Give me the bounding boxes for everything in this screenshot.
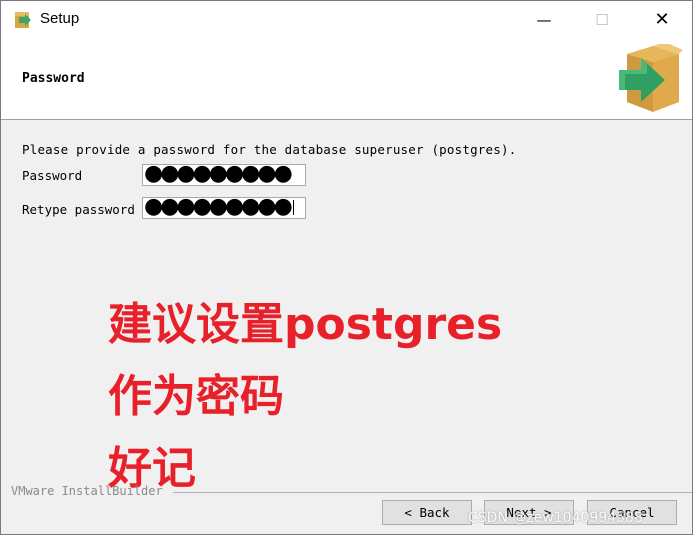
page-header: Password <box>1 39 692 120</box>
retype-password-mask: ●●●●●●●●● <box>144 197 293 219</box>
password-label: Password <box>22 168 83 183</box>
minimize-button[interactable]: — <box>521 1 567 39</box>
watermark-text: CSDN @zew1040994588 <box>468 510 643 526</box>
maximize-button[interactable]: ☐ <box>579 1 625 39</box>
page-title: Password <box>22 71 85 86</box>
footer-divider <box>173 492 692 493</box>
password-field[interactable]: ●●●●●●●●● <box>142 164 306 186</box>
installer-box-arrow-icon <box>619 44 683 112</box>
back-button[interactable]: < Back <box>382 500 472 525</box>
annotation-line-2: 作为密码 <box>108 371 284 422</box>
setup-app-icon <box>15 12 31 28</box>
instruction-text: Please provide a password for the databa… <box>22 142 517 157</box>
retype-password-field[interactable]: ●●●●●●●●● <box>142 197 306 219</box>
window-title: Setup <box>40 10 80 27</box>
password-mask: ●●●●●●●●● <box>144 164 293 186</box>
close-button[interactable]: ✕ <box>639 1 685 39</box>
retype-password-label: Retype password <box>22 202 135 217</box>
text-caret <box>292 199 294 215</box>
annotation-line-1: 建议设置postgres <box>108 299 503 350</box>
title-bar[interactable]: Setup — ☐ ✕ <box>1 1 692 39</box>
setup-window: Setup — ☐ ✕ Password Please provide a pa… <box>0 0 693 535</box>
installer-brand: VMware InstallBuilder <box>11 484 163 498</box>
